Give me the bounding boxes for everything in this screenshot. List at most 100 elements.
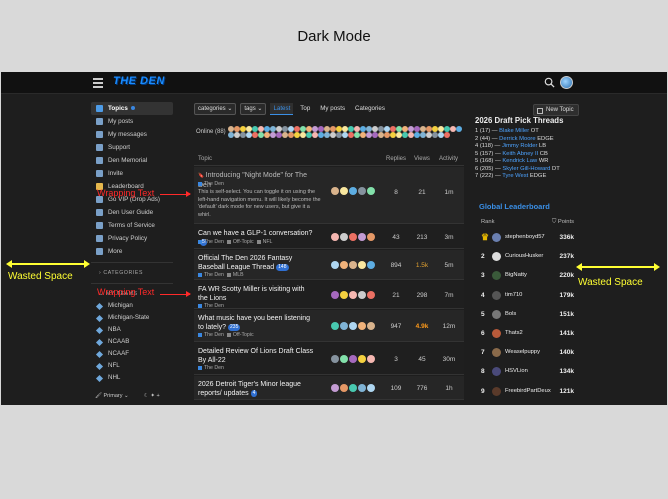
topic-row[interactable]: What music have you been listening to la… xyxy=(194,310,464,342)
topic-category[interactable]: The Den xyxy=(204,272,224,278)
participant-avatar[interactable] xyxy=(358,384,366,392)
participant-avatar[interactable] xyxy=(349,233,357,241)
leaderboard-row[interactable]: 7 Weaselpuppy 140k xyxy=(479,344,574,362)
participant-avatar[interactable] xyxy=(358,322,366,330)
leaderboard-avatar[interactable] xyxy=(492,233,501,242)
participant-avatar[interactable] xyxy=(349,261,357,269)
participant-avatar[interactable] xyxy=(367,322,375,330)
team-nhl[interactable]: NHL xyxy=(91,372,173,384)
leaderboard-avatar[interactable] xyxy=(492,252,501,262)
pick-player-link[interactable]: Blake Miller xyxy=(499,128,529,134)
sidebar-item-more[interactable]: More xyxy=(91,245,173,258)
leaderboard-username[interactable]: tim710 xyxy=(505,292,522,298)
team-nba[interactable]: NBA xyxy=(91,324,173,336)
leaderboard-username[interactable]: Thats2 xyxy=(505,330,523,336)
topic-category[interactable]: The Den xyxy=(204,181,224,187)
unread-count-badge[interactable]: 4 xyxy=(250,389,258,397)
topic-row[interactable]: Can we have a GLP-1 conversation?5 The De… xyxy=(194,225,464,249)
topic-tag[interactable]: Off-Topic xyxy=(233,332,254,338)
leaderboard-row[interactable]: 6 Thats2 141k xyxy=(479,325,574,343)
topic-title-link[interactable]: Official The Den 2026 Fantasy Baseball L… xyxy=(198,254,316,272)
col-activity[interactable]: Activity xyxy=(439,156,458,162)
topic-activity[interactable]: 1m xyxy=(437,189,461,196)
sidebar-footer[interactable]: 🖌 Primary ⌄ ☾ ✦ + xyxy=(91,390,181,402)
topic-row[interactable]: 🔖 Introducing "Night Mode" for The Den Th… xyxy=(194,167,464,224)
pick-player-link[interactable]: Keith Abney II xyxy=(502,151,538,157)
participant-avatar[interactable] xyxy=(367,355,375,363)
leaderboard-avatar[interactable] xyxy=(492,329,501,338)
leaderboard-username[interactable]: Weaselpuppy xyxy=(505,349,540,355)
sidebar-item-invite[interactable]: Invite xyxy=(91,167,173,180)
topic-activity[interactable]: 3m xyxy=(437,234,461,241)
col-replies[interactable]: Replies xyxy=(386,156,406,162)
topic-category[interactable]: The Den xyxy=(204,365,224,371)
participant-avatar[interactable] xyxy=(340,261,348,269)
tab-top[interactable]: Top xyxy=(297,103,313,115)
search-icon[interactable] xyxy=(544,77,555,88)
topic-title-link[interactable]: FA WR Scotty Miller is visiting with the… xyxy=(198,285,316,303)
participant-avatar[interactable] xyxy=(349,384,357,392)
topic-row[interactable]: Detailed Review Of Lions Draft Class By … xyxy=(194,343,464,375)
participant-avatar[interactable] xyxy=(358,261,366,269)
leaderboard-avatar[interactable] xyxy=(492,386,501,396)
sidebar-item-topics[interactable]: Topics xyxy=(91,102,173,115)
topic-activity[interactable]: 5m xyxy=(437,262,461,269)
topic-activity[interactable]: 30m xyxy=(437,356,461,363)
participant-avatar[interactable] xyxy=(367,291,375,299)
participant-avatar[interactable] xyxy=(367,384,375,392)
topic-row[interactable]: FA WR Scotty Miller is visiting with the… xyxy=(194,281,464,309)
participant-avatar[interactable] xyxy=(349,291,357,299)
participant-avatar[interactable] xyxy=(331,355,339,363)
participant-avatar[interactable] xyxy=(340,291,348,299)
participant-avatar[interactable] xyxy=(331,187,339,195)
participant-avatar[interactable] xyxy=(358,187,366,195)
pick-player-link[interactable]: Jimmy Rolder xyxy=(502,143,537,149)
tab-latest[interactable]: Latest xyxy=(270,103,294,115)
pick-player-link[interactable]: Derrick Moore xyxy=(499,136,535,142)
team-michigan[interactable]: Michigan xyxy=(91,300,173,312)
participant-avatar[interactable] xyxy=(331,322,339,330)
participant-avatar[interactable] xyxy=(331,233,339,241)
topic-category[interactable]: The Den xyxy=(204,303,224,309)
online-avatars[interactable] xyxy=(228,126,464,138)
leaderboard-title[interactable]: Global Leaderboard xyxy=(479,202,550,211)
topic-activity[interactable]: 1h xyxy=(437,385,461,392)
team-nfl[interactable]: NFL xyxy=(91,360,173,372)
topic-category[interactable]: The Den xyxy=(204,332,224,338)
user-avatar[interactable] xyxy=(560,76,573,89)
team-ncaaf[interactable]: NCAAF xyxy=(91,348,173,360)
pick-player-link[interactable]: Skyler Gill-Howard xyxy=(502,166,550,172)
topic-title-link[interactable]: What music have you been listening to la… xyxy=(198,314,316,332)
leaderboard-row[interactable]: 3 BigNatty 220k xyxy=(479,267,574,285)
online-user-avatar[interactable] xyxy=(444,132,450,138)
pick-player-link[interactable]: Tyre West xyxy=(502,173,528,179)
leaderboard-row[interactable]: 2 CuriousHusker 237k xyxy=(479,248,574,266)
sidebar-item-terms-of-service[interactable]: Terms of Service xyxy=(91,219,173,232)
sidebar-item-support[interactable]: Support xyxy=(91,141,173,154)
new-topic-button[interactable]: New Topic xyxy=(533,104,579,116)
topic-row[interactable]: 2026 Detroit Tiger's Minor league report… xyxy=(194,376,464,400)
participant-avatar[interactable] xyxy=(331,261,339,269)
theme-selector[interactable]: Primary xyxy=(104,393,123,399)
participant-avatar[interactable] xyxy=(340,322,348,330)
unread-count-badge[interactable]: 235 xyxy=(228,323,241,331)
sidebar-item-den-memorial[interactable]: Den Memorial xyxy=(91,154,173,167)
topic-tag[interactable]: Off-Topic xyxy=(233,239,254,245)
col-topic[interactable]: Topic xyxy=(198,156,212,162)
leaderboard-row[interactable]: 9 FreebirdPartDeux 121k xyxy=(479,383,574,401)
leaderboard-avatar[interactable] xyxy=(492,309,501,319)
tags-dropdown[interactable]: tags ⌄ xyxy=(240,103,267,115)
leaderboard-row[interactable]: 5 Bols 151k xyxy=(479,306,574,324)
leaderboard-row[interactable]: 8 HSVLion 134k xyxy=(479,363,574,381)
topic-tag[interactable]: MLB xyxy=(233,272,244,278)
leaderboard-username[interactable]: Bols xyxy=(505,311,516,317)
sidebar-item-my-posts[interactable]: My posts xyxy=(91,115,173,128)
topic-title-link[interactable]: 2026 Detroit Tiger's Minor league report… xyxy=(198,380,316,398)
tab-categories[interactable]: Categories xyxy=(352,103,388,115)
leaderboard-row[interactable]: 4 tim710 179k xyxy=(479,287,574,305)
participant-avatar[interactable] xyxy=(331,291,339,299)
topic-category[interactable]: The Den xyxy=(204,239,224,245)
team-michigan-state[interactable]: Michigan-State xyxy=(91,312,173,324)
leaderboard-row[interactable]: ♛ stephenboyd57 336k xyxy=(479,229,574,247)
participant-avatar[interactable] xyxy=(340,233,348,241)
